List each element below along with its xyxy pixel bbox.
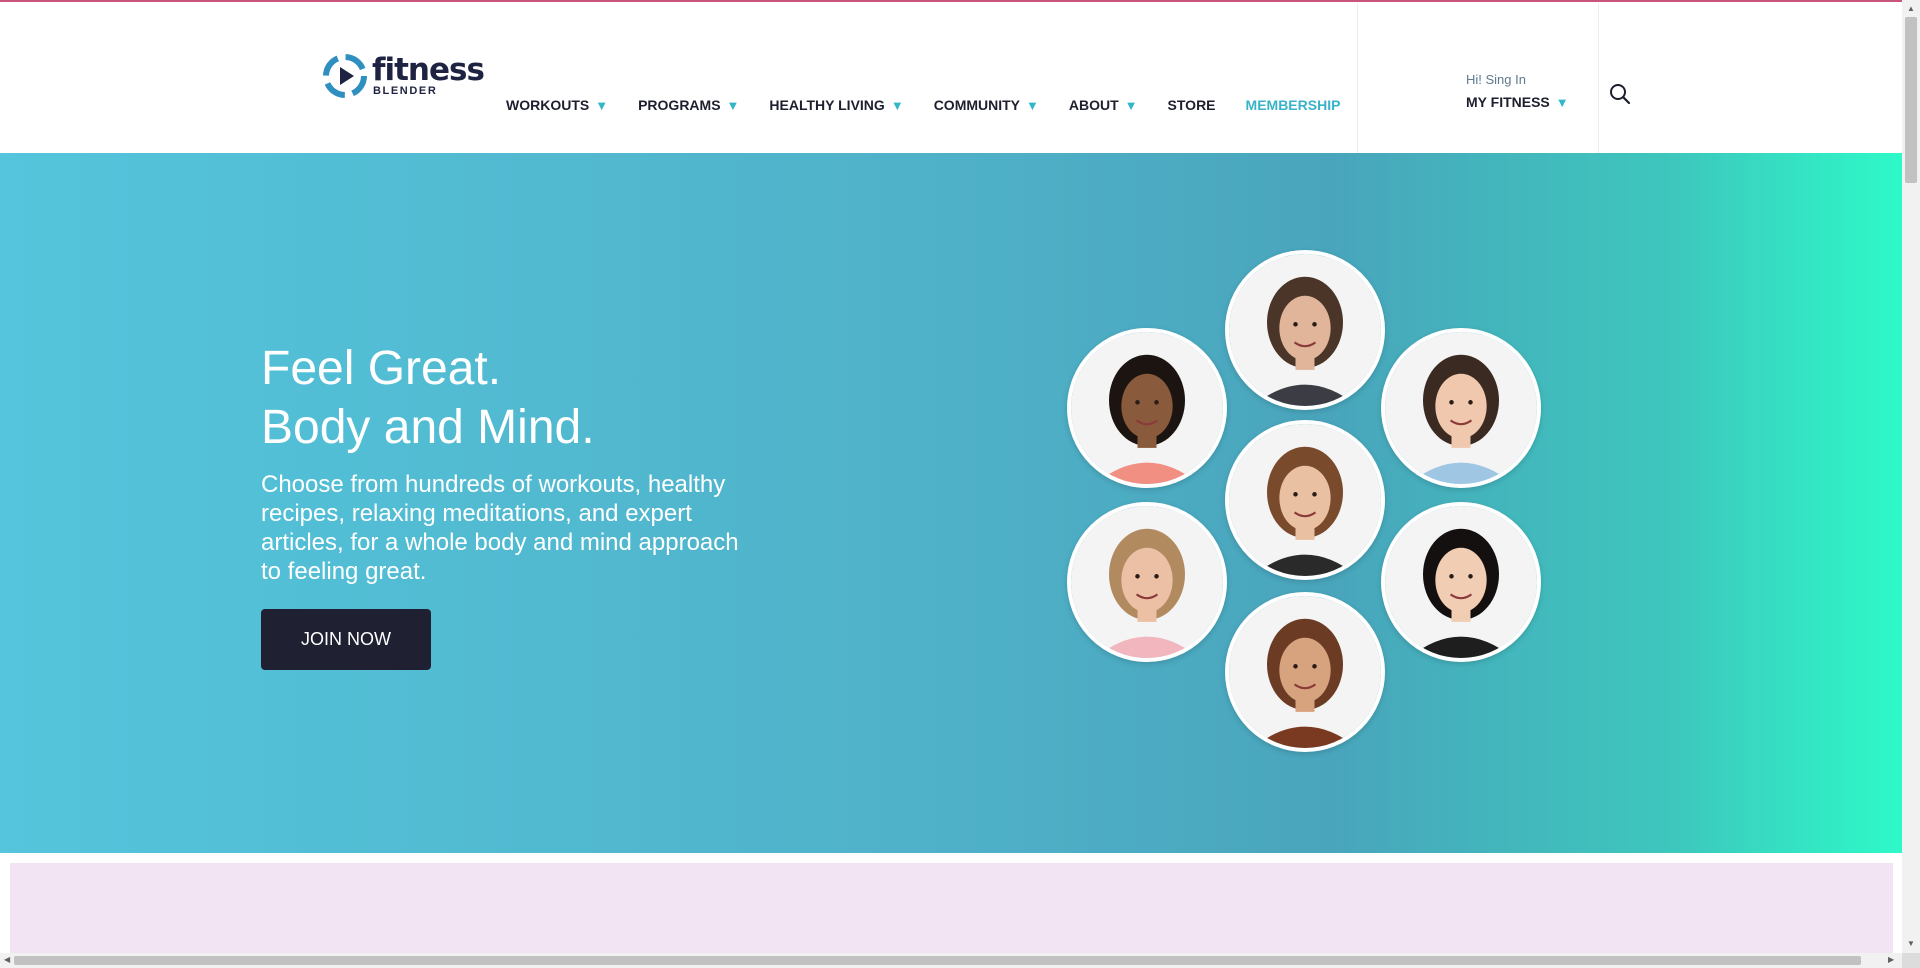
my-fitness-dropdown[interactable]: MY FITNESS ▼: [1466, 94, 1569, 110]
nav-about[interactable]: ABOUT ▼: [1069, 97, 1138, 113]
logo-subtitle: BLENDER: [373, 85, 438, 97]
trainer-photo-woman-bob: [1381, 502, 1541, 662]
avatar: [1229, 596, 1381, 748]
scrollbar-thumb[interactable]: [1905, 17, 1917, 183]
play-swirl-logo-icon: [323, 54, 367, 98]
site-logo[interactable]: fitness BLENDER: [323, 52, 485, 98]
trainer-photo-woman-blonde: [1067, 502, 1227, 662]
header-divider: [1357, 4, 1358, 155]
trainer-photo-woman-long-hair: [1225, 420, 1385, 580]
search-icon: [1610, 84, 1631, 105]
sign-in-link[interactable]: Hi! Sing In: [1466, 72, 1569, 87]
scroll-right-icon[interactable]: ▶: [1888, 955, 1894, 964]
avatar: [1385, 506, 1537, 658]
hero-description: Choose from hundreds of workouts, health…: [261, 471, 739, 585]
scrollbar-thumb[interactable]: [14, 956, 1861, 965]
caret-down-icon: ▼: [1124, 97, 1138, 113]
avatar: [1229, 254, 1381, 406]
search-button[interactable]: [1608, 82, 1632, 106]
trainer-photo-woman-ponytail: [1381, 328, 1541, 488]
avatar: [1071, 332, 1223, 484]
trainer-photo-man-beard: [1225, 250, 1385, 410]
scroll-left-icon[interactable]: ◀: [4, 955, 10, 964]
nav-programs[interactable]: PROGRAMS ▼: [638, 97, 739, 113]
avatar: [1385, 332, 1537, 484]
main-nav: WORKOUTS ▼ PROGRAMS ▼ HEALTHY LIVING ▼ C…: [506, 97, 1340, 113]
site-header: fitness BLENDER WORKOUTS ▼ PROGRAMS ▼ HE…: [0, 2, 1902, 155]
trainer-photo-woman-dark-hair: [1225, 592, 1385, 752]
scroll-up-icon[interactable]: ▲: [1907, 4, 1915, 13]
avatar: [1229, 424, 1381, 576]
caret-down-icon: ▼: [1026, 97, 1039, 113]
caret-down-icon: ▼: [1555, 94, 1569, 110]
nav-community[interactable]: COMMUNITY ▼: [934, 97, 1039, 113]
logo-wordmark: fitness: [372, 52, 485, 88]
header-divider: [1598, 4, 1599, 155]
hero-section: Feel Great. Body and Mind. Choose from h…: [0, 153, 1902, 853]
horizontal-scrollbar[interactable]: ◀ ▶: [0, 953, 1902, 968]
nav-membership[interactable]: MEMBERSHIP: [1246, 97, 1341, 113]
hero-title: Feel Great. Body and Mind.: [261, 342, 595, 454]
nav-workouts[interactable]: WORKOUTS ▼: [506, 97, 608, 113]
caret-down-icon: ▼: [595, 97, 609, 113]
nav-store[interactable]: STORE: [1168, 97, 1216, 113]
account-menu: Hi! Sing In MY FITNESS ▼: [1466, 72, 1569, 110]
nav-healthy-living[interactable]: HEALTHY LIVING ▼: [769, 97, 903, 113]
scroll-down-icon[interactable]: ▼: [1907, 939, 1915, 948]
caret-down-icon: ▼: [726, 97, 740, 113]
scrollbar-corner: [1902, 953, 1920, 968]
avatar: [1071, 506, 1223, 658]
vertical-scrollbar[interactable]: ▲ ▼: [1902, 0, 1920, 968]
trainer-photo-woman-curly-hair: [1067, 328, 1227, 488]
caret-down-icon: ▼: [890, 97, 904, 113]
join-now-button[interactable]: JOIN NOW: [261, 609, 431, 670]
